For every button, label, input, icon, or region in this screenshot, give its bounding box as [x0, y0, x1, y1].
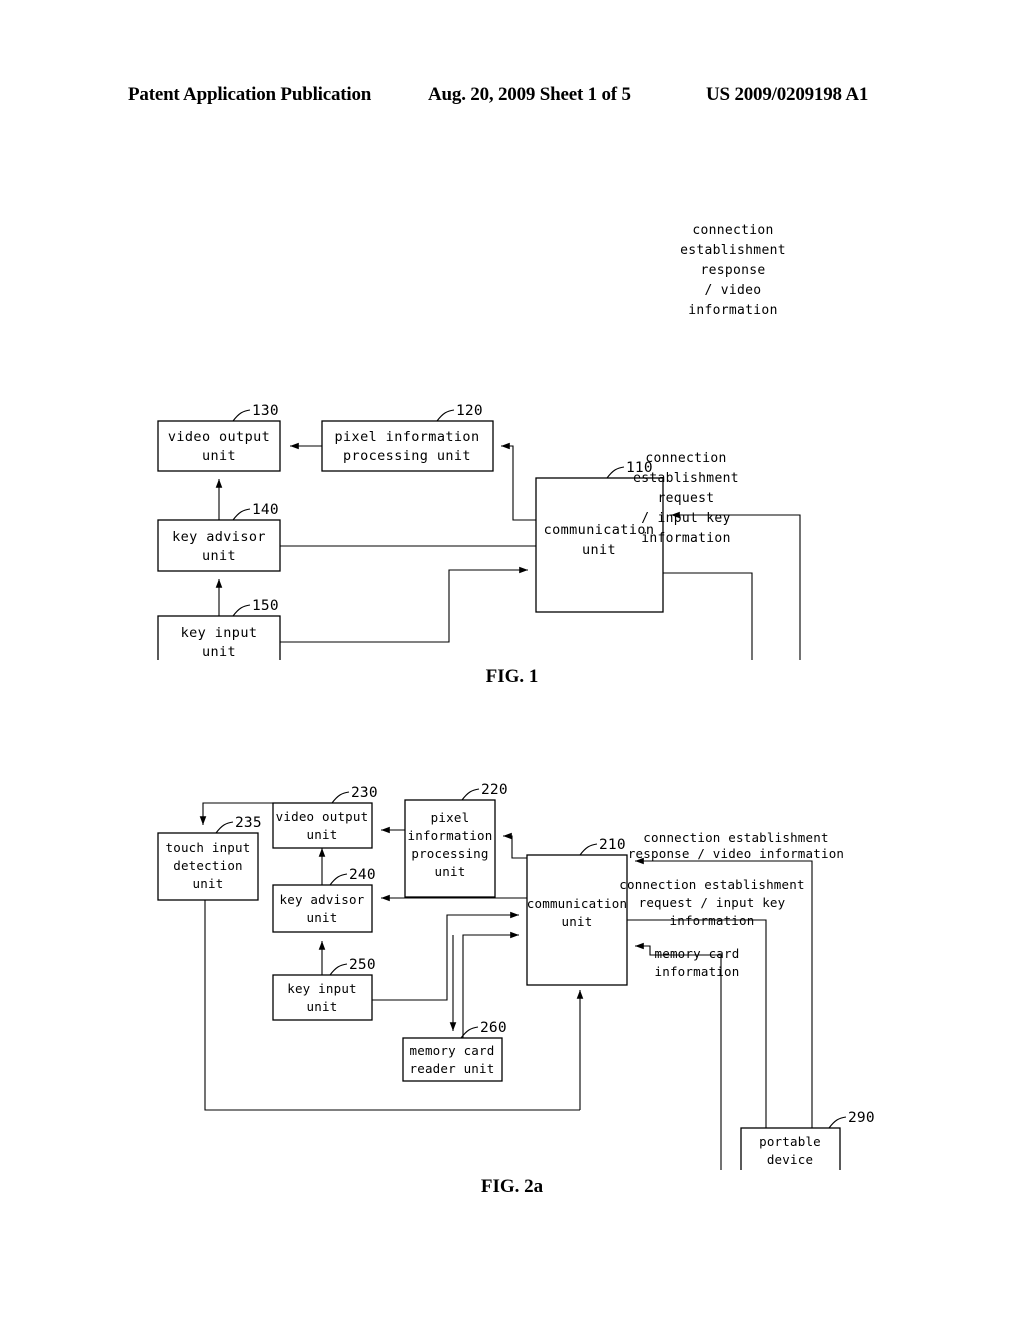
figure-2a-diagram: touch input detection unit 235 video out…	[157, 782, 875, 1170]
block-150-line-2: unit	[202, 644, 236, 660]
edge-comm-to-pixelinfo-2a	[503, 832, 527, 859]
block-260-line-1: memory card	[410, 1043, 495, 1058]
block-230-video-output-unit: video output unit 230	[272, 785, 378, 849]
block-235-refnum: 235	[235, 815, 262, 831]
flow-label-memory-card-information-2a: memory card information	[655, 946, 740, 979]
block-260-line-2: reader unit	[410, 1061, 495, 1076]
block-210-line-1: communication	[527, 896, 627, 911]
block-235-touch-input-detection-unit: touch input detection unit 235	[157, 815, 262, 901]
edge-portable-to-comm-memorycard-2a	[635, 942, 722, 1170]
header-date-sheet-text: Aug. 20, 2009 Sheet 1 of 5	[428, 84, 631, 105]
block-110-line-2: unit	[582, 542, 616, 558]
block-220-line-4: unit	[435, 864, 466, 879]
flow-label-2a-3-line-2: information	[655, 964, 740, 979]
header-publication-text: Patent Application Publication	[128, 84, 372, 105]
block-130-line-1: video output	[168, 429, 270, 445]
block-260-refnum: 260	[480, 1020, 507, 1036]
block-220-line-1: pixel	[431, 810, 470, 825]
block-140-refnum: 140	[252, 502, 279, 518]
flow-label-2-line-1: connection	[645, 451, 726, 466]
edge-keyinput-to-comm-2a	[372, 911, 519, 1001]
block-210-communication-unit: communication unit 210	[526, 837, 628, 986]
block-220-refnum: 220	[481, 782, 508, 798]
flow-label-2a-2-line-1: connection establishment	[619, 877, 804, 892]
flow-label-1-line-2: establishment	[680, 243, 786, 258]
block-120-line-1: pixel information	[335, 429, 480, 445]
block-235-line-2: detection	[173, 858, 243, 873]
flow-label-2-line-2: establishment	[633, 471, 739, 486]
flow-label-2a-2-line-2: request / input key	[639, 895, 786, 910]
flow-label-1-line-1: connection	[692, 223, 773, 238]
block-260-memory-card-reader-unit: memory card reader unit 260	[402, 1020, 507, 1082]
block-240-line-1: key advisor	[280, 892, 365, 907]
block-230-refnum: 230	[351, 785, 378, 801]
edge-keyinput-to-comm	[280, 566, 528, 643]
block-235-line-1: touch input	[166, 840, 251, 855]
edge-comm-to-pixelinfo	[501, 442, 536, 521]
flow-label-1-line-3: response	[700, 263, 765, 278]
flow-label-2a-1-line-1: connection establishment	[643, 830, 828, 845]
block-250-key-input-unit: key input unit 250	[272, 957, 376, 1021]
block-210-line-2: unit	[562, 914, 593, 929]
block-210-refnum: 210	[599, 837, 626, 853]
flow-label-connection-establishment-response-2a: connection establishment response / vide…	[628, 830, 844, 861]
block-140-line-1: key advisor	[172, 529, 266, 545]
flow-label-2-line-3: request	[658, 491, 715, 506]
block-250-line-2: unit	[307, 999, 338, 1014]
block-250-refnum: 250	[349, 957, 376, 973]
block-130-refnum: 130	[252, 403, 279, 419]
flow-label-2a-2-line-3: information	[670, 913, 755, 928]
figure-2a-caption: FIG. 2a	[480, 1176, 544, 1197]
edge-comm-to-portable-request	[663, 572, 753, 660]
figure-1-caption: FIG. 1	[485, 666, 539, 687]
block-110-line-1: communication	[544, 522, 655, 538]
block-290-line-1: portable	[759, 1134, 821, 1149]
block-220-line-3: processing	[411, 846, 488, 861]
flow-label-2-line-5: information	[641, 531, 730, 546]
block-120-pixel-information-processing-unit: pixel information processing unit 120	[321, 403, 494, 472]
patent-page: Patent Application Publication Aug. 20, …	[0, 0, 1024, 1320]
flow-label-connection-establishment-response: connection establishment response / vide…	[680, 223, 786, 318]
block-250-line-1: key input	[287, 981, 357, 996]
flow-label-1-line-4: / video	[705, 283, 762, 298]
block-290-refnum: 290	[848, 1110, 875, 1126]
flow-label-2a-3-line-1: memory card	[655, 946, 740, 961]
page-header: Patent Application Publication Aug. 20, …	[0, 84, 1024, 110]
header-patent-number-text: US 2009/0209198 A1	[706, 84, 869, 105]
block-235-line-3: unit	[193, 876, 224, 891]
block-150-line-1: key input	[181, 625, 258, 641]
block-220-line-2: information	[408, 828, 493, 843]
block-120-line-2: processing unit	[343, 448, 471, 464]
block-240-line-2: unit	[307, 910, 338, 925]
block-290-line-2: device	[767, 1152, 813, 1167]
block-130-line-2: unit	[202, 448, 236, 464]
figure-1-diagram: video output unit 130 pixel information …	[157, 223, 801, 660]
block-230-line-1: video output	[276, 809, 369, 824]
block-140-line-2: unit	[202, 548, 236, 564]
flow-label-2a-1-line-2: response / video information	[628, 846, 844, 861]
block-130-video-output-unit: video output unit 130	[157, 403, 281, 472]
block-150-refnum: 150	[252, 598, 279, 614]
flow-label-1-line-5: information	[688, 303, 777, 318]
block-240-refnum: 240	[349, 867, 376, 883]
block-240-key-advisor-unit: key advisor unit 240	[272, 867, 376, 933]
edge-bottom-loop-2a	[204, 900, 580, 1111]
block-230-line-2: unit	[307, 827, 338, 842]
block-220-pixel-information-processing-unit: pixel information processing unit 220	[404, 782, 508, 898]
block-120-refnum: 120	[456, 403, 483, 419]
flow-label-2-line-4: / input key	[641, 511, 730, 526]
block-290-portable-device: portable device 290	[740, 1110, 875, 1170]
